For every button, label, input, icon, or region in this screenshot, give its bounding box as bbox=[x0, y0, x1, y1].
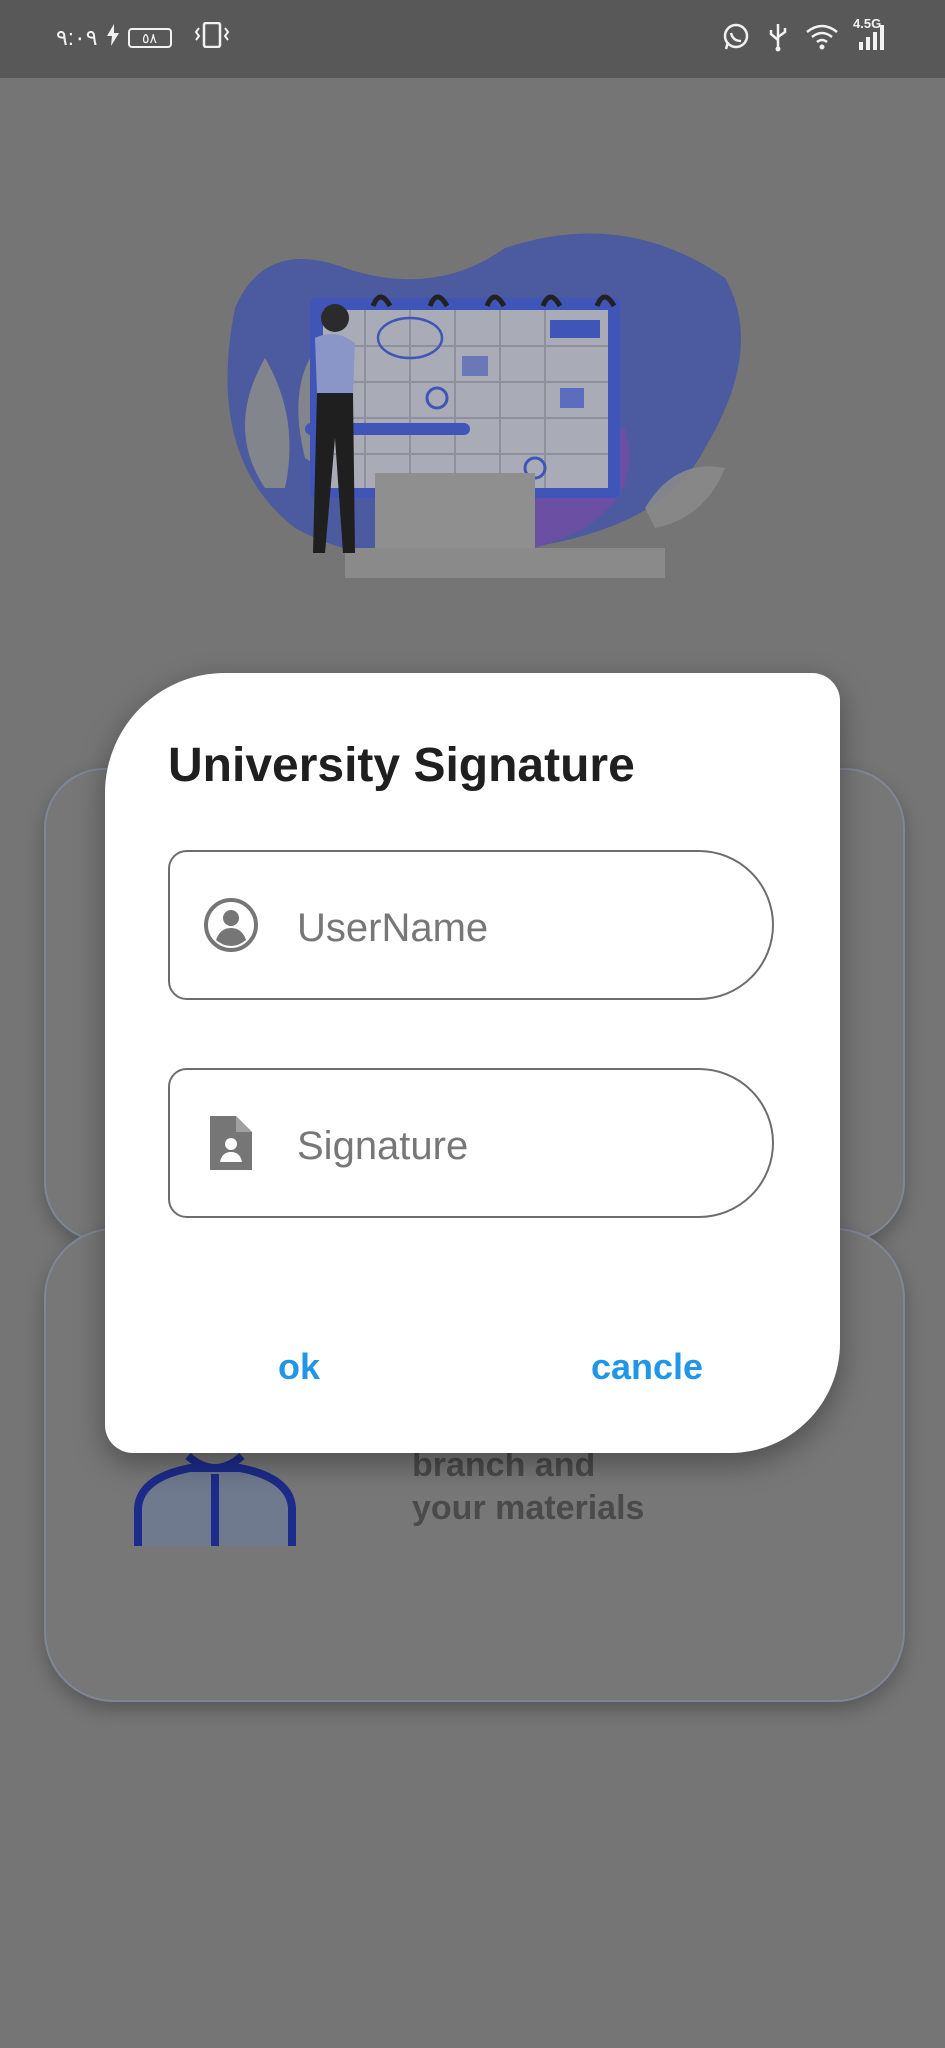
card-text-line-2: your materials bbox=[412, 1489, 645, 1527]
wifi-icon bbox=[805, 23, 839, 51]
account-circle-icon bbox=[202, 896, 260, 954]
status-left: ٩:٠٩ ٥٨ bbox=[56, 21, 230, 54]
dialog-title: University Signature bbox=[168, 739, 635, 792]
username-field[interactable] bbox=[168, 850, 774, 1000]
status-right: 4.5G bbox=[721, 16, 889, 52]
network-type: 4.5G bbox=[853, 16, 882, 31]
cancel-button[interactable]: cancle bbox=[591, 1346, 703, 1388]
person-icon bbox=[134, 1452, 296, 1546]
charging-icon bbox=[106, 24, 120, 52]
usb-icon bbox=[767, 22, 789, 52]
status-time: ٩:٠٩ bbox=[56, 25, 98, 50]
document-person-icon bbox=[202, 1114, 260, 1172]
ok-button[interactable]: ok bbox=[278, 1346, 320, 1388]
signature-field[interactable] bbox=[168, 1068, 774, 1218]
signature-input[interactable] bbox=[295, 1110, 739, 1182]
option-card-2-text: branch and your materials bbox=[412, 1444, 644, 1530]
calendar-illustration bbox=[227, 233, 741, 578]
signature-dialog: University Signature ok cancle bbox=[105, 673, 840, 1453]
status-bar: ٩:٠٩ ٥٨ 4.5G bbox=[0, 0, 945, 78]
whatsapp-icon bbox=[721, 22, 751, 52]
username-input[interactable] bbox=[295, 892, 739, 964]
signal-icon: 4.5G bbox=[853, 16, 889, 52]
battery-indicator: ٥٨ bbox=[127, 28, 172, 48]
vibrate-icon bbox=[194, 21, 230, 54]
